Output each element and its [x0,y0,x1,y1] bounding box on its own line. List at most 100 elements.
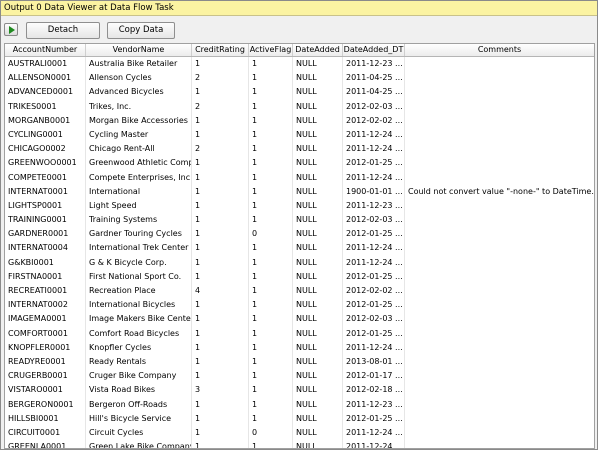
cell-credit-rating: 1 [192,369,249,384]
table-row[interactable]: AUSTRALI0001 Australia Bike Retailer 1 1 NUL… [5,57,594,72]
cell-comments [405,256,594,270]
cell-date-added: NULL [293,397,343,412]
cell-account-number: TRAINING0001 [5,213,86,228]
cell-comments [405,270,594,284]
cell-active-flag: 1 [249,397,293,412]
cell-comments [405,156,594,170]
table-row[interactable]: MORGANB0001 Morgan Bike Accessories 1 1 NULL… [5,113,594,128]
table-row[interactable]: LIGHTSP0001 Light Speed 1 1 NULL 2011-12-23 .… [5,198,594,214]
cell-credit-rating: 1 [192,269,249,284]
cell-comments [405,171,594,185]
cell-active-flag: 0 [249,425,293,441]
cell-credit-rating: 4 [192,284,249,299]
cell-date-added-dt: 2012-02-02 ... [343,284,405,299]
detach-button[interactable]: Detach [26,22,100,39]
cell-vendor-name: Green Lake Bike Company [86,440,192,448]
cell-active-flag: 1 [249,340,293,355]
cell-vendor-name: Australia Bike Retailer [86,57,192,72]
table-row[interactable]: INTERNAT0001 International 1 1 NULL 1900-01-0… [5,184,594,199]
table-row[interactable]: CRUGERB0001 Cruger Bike Company 1 1 NULL 2012… [5,369,594,384]
cell-account-number: GARDNER0001 [5,227,86,242]
cell-credit-rating: 1 [192,425,249,441]
cell-credit-rating: 1 [192,397,249,412]
cell-date-added: NULL [293,354,343,370]
table-row[interactable]: HILLSBI0001 Hill's Bicycle Service 1 1 NULL 2… [5,411,594,426]
table-row[interactable]: GREENWOO0001 Greenwood Athletic Comp... 1 1… [5,156,594,171]
table-row[interactable]: ALLENSON0001 Allenson Cycles 2 1 NULL 2011-04… [5,71,594,86]
table-row[interactable]: GARDNER0001 Gardner Touring Cycles 1 0 NULL 2… [5,227,594,242]
table-row[interactable]: KNOPFLER0001 Knopfler Cycles 1 1 NULL 2011-12… [5,340,594,355]
cell-date-added-dt: 2011-12-24 ... [343,255,405,270]
cell-vendor-name: Advanced Bicycles [86,85,192,100]
cell-account-number: FIRSTNA0001 [5,269,86,284]
play-button[interactable] [4,23,18,36]
cell-vendor-name: Greenwood Athletic Comp... [86,156,192,171]
cell-credit-rating: 3 [192,383,249,398]
column-header-account-number[interactable]: AccountNumber [5,44,86,56]
table-row[interactable]: INTERNAT0004 International Trek Center 1 1 N… [5,241,594,256]
cell-active-flag: 1 [249,411,293,426]
cell-date-added: NULL [293,383,343,398]
table-row[interactable]: ADVANCED0001 Advanced Bicycles 1 1 NULL 2011-… [5,85,594,100]
cell-comments [405,213,594,227]
table-row[interactable]: GREENLA0001 Green Lake Bike Company 1 1 NULL… [5,440,594,448]
cell-active-flag: 1 [249,298,293,313]
cell-credit-rating: 2 [192,71,249,86]
column-header-comments[interactable]: Comments [405,44,594,56]
cell-credit-rating: 1 [192,312,249,327]
cell-date-added: NULL [293,184,343,199]
table-row[interactable]: INTERNAT0002 International Bicycles 1 1 NULL… [5,298,594,313]
cell-active-flag: 1 [249,142,293,157]
cell-vendor-name: G & K Bicycle Corp. [86,255,192,270]
cell-account-number: TRIKES0001 [5,99,86,114]
table-row[interactable]: G&KBI0001 G & K Bicycle Corp. 1 1 NULL 2011-1… [5,255,594,270]
cell-comments [405,341,594,355]
cell-credit-rating: 1 [192,198,249,214]
table-row[interactable]: COMPETE0001 Compete Enterprises, Inc 1 1 NUL… [5,170,594,185]
cell-comments [405,398,594,412]
cell-date-added: NULL [293,312,343,327]
cell-comments [405,128,594,142]
table-row[interactable]: COMFORT0001 Comfort Road Bicycles 1 1 NULL 20… [5,326,594,341]
table-row[interactable]: TRIKES0001 Trikes, Inc. 2 1 NULL 2012-02-03 .… [5,99,594,114]
table-row[interactable]: FIRSTNA0001 First National Sport Co. 1 1 NUL… [5,269,594,284]
cell-account-number: MORGANB0001 [5,113,86,128]
table-row[interactable]: BERGERON0001 Bergeron Off-Roads 1 1 NULL 2011… [5,397,594,412]
cell-credit-rating: 1 [192,227,249,242]
cell-vendor-name: Gardner Touring Cycles [86,227,192,242]
column-header-date-added-dt[interactable]: DateAdded_DT [343,44,405,56]
table-row[interactable]: TRAINING0001 Training Systems 1 1 NULL 2012-0… [5,213,594,228]
table-row[interactable]: READYRE0001 Ready Rentals 1 1 NULL 2013-08-01… [5,354,594,370]
column-header-date-added[interactable]: DateAdded [293,44,343,56]
table-row[interactable]: IMAGEMA0001 Image Makers Bike Center 1 1 NUL… [5,312,594,327]
cell-comments [405,71,594,85]
cell-comments [405,114,594,128]
cell-date-added-dt: 2011-12-24 ... [343,340,405,355]
cell-comments [405,440,594,448]
cell-date-added-dt: 2012-01-17 ... [343,369,405,384]
copy-data-button[interactable]: Copy Data [107,22,175,39]
cell-vendor-name: Morgan Bike Accessories [86,113,192,128]
cell-active-flag: 1 [249,184,293,199]
cell-date-added: NULL [293,440,343,448]
cell-date-added-dt: 2012-01-25 ... [343,227,405,242]
data-grid[interactable]: AccountNumber VendorName CreditRating Activ… [4,43,595,449]
table-row[interactable]: VISTARO0001 Vista Road Bikes 3 1 NULL 2012-02… [5,383,594,398]
title-bar: Output 0 Data Viewer at Data Flow Task [1,1,597,16]
cell-vendor-name: Compete Enterprises, Inc [86,170,192,185]
column-header-credit-rating[interactable]: CreditRating [192,44,249,56]
cell-vendor-name: Cycling Master [86,127,192,143]
cell-active-flag: 1 [249,99,293,114]
cell-date-added-dt: 2011-12-24 ... [343,241,405,256]
table-row[interactable]: CYCLING0001 Cycling Master 1 1 NULL 2011-12-2… [5,127,594,143]
cell-date-added-dt: 2011-12-23 ... [343,397,405,412]
table-row[interactable]: RECREATI0001 Recreation Place 4 1 NULL 2012-0… [5,284,594,299]
cell-date-added-dt: 2012-01-25 ... [343,156,405,171]
cell-active-flag: 1 [249,255,293,270]
cell-vendor-name: Chicago Rent-All [86,142,192,157]
table-row[interactable]: CIRCUIT0001 Circuit Cycles 1 0 NULL 2011-12-2… [5,425,594,441]
column-header-active-flag[interactable]: ActiveFlag [249,44,293,56]
table-row[interactable]: CHICAGO0002 Chicago Rent-All 2 1 NULL 2011-12… [5,142,594,157]
cell-vendor-name: Trikes, Inc. [86,99,192,114]
column-header-vendor-name[interactable]: VendorName [86,44,192,56]
